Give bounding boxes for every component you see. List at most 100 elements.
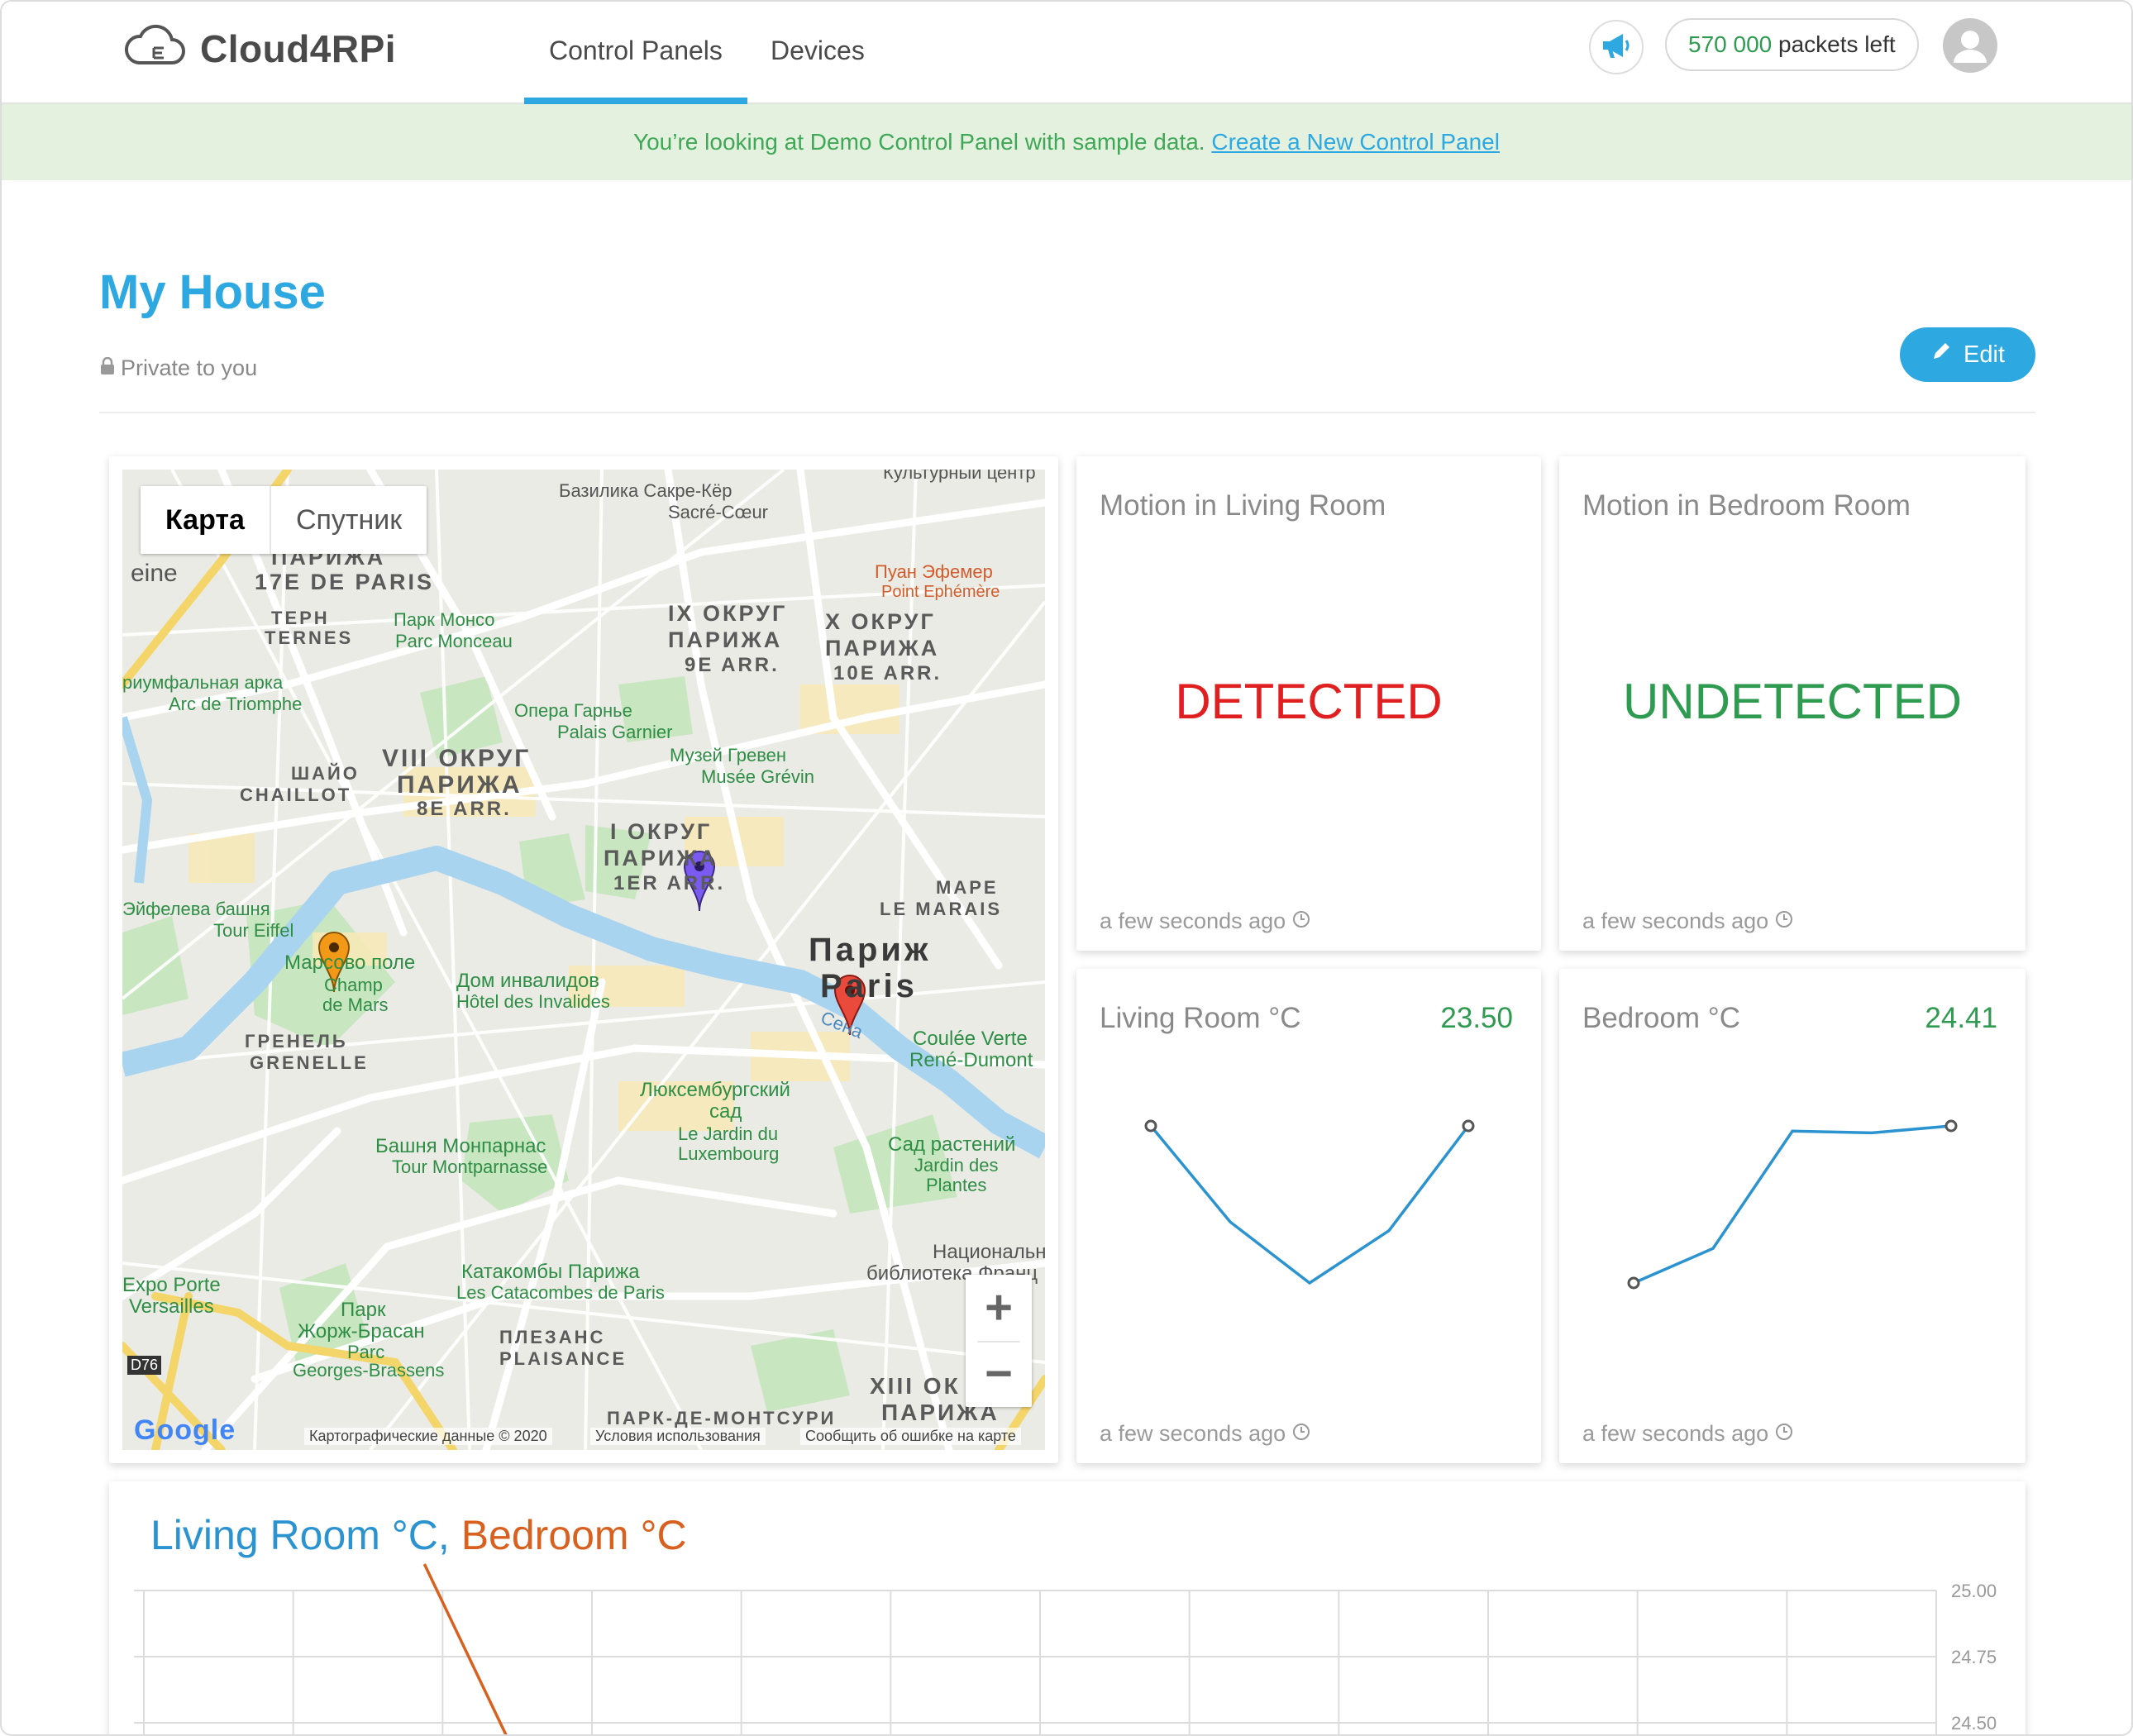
widget-timestamp: a few seconds ago <box>1100 1421 1310 1447</box>
motion-living-widget: Motion in Living Room DETECTED a few sec… <box>1076 456 1541 951</box>
widget-timestamp: a few seconds ago <box>1582 909 1793 934</box>
pencil-icon <box>1930 341 1952 369</box>
map-label: Sacré-Cœur <box>668 502 769 522</box>
map-label: Марсово поле <box>284 951 416 974</box>
map-label: Luxembourg <box>678 1143 780 1164</box>
combined-chart-widget: Living Room °C, Bedroom °C 25.00 24.75 24.… <box>109 1481 2026 1734</box>
sparkline-chart <box>1144 1119 1475 1285</box>
y-tick-label: 24.50 <box>1951 1713 1997 1734</box>
map-type-satellite[interactable]: Спутник <box>271 486 427 554</box>
widget-title: Motion in Living Room <box>1100 489 1386 522</box>
motion-bedroom-widget: Motion in Bedroom Room UNDETECTED a few … <box>1559 456 2026 951</box>
map-label: Tour Eiffel <box>213 920 294 941</box>
sparkline-series-line <box>1633 1124 1952 1285</box>
tab-control-panels[interactable]: Control Panels <box>524 2 747 104</box>
edit-button[interactable]: Edit <box>1900 327 2035 382</box>
zoom-controls: + − <box>966 1275 1032 1407</box>
map-label: ПАРИЖА <box>825 636 940 661</box>
clock-icon <box>1775 909 1793 934</box>
map-label: Hôtel des Invalides <box>456 991 610 1012</box>
megaphone-icon <box>1600 31 1633 64</box>
map-label: риумфальная арка <box>122 672 284 693</box>
map-label: Georges-Brassens <box>293 1360 445 1381</box>
map-label: PLAISANCE <box>499 1348 627 1369</box>
map-label: 10E ARR. <box>833 662 942 684</box>
map-label: Парк Монсо <box>394 609 495 630</box>
announcements-button[interactable] <box>1589 20 1644 74</box>
widget-title: Living Room °C <box>1100 1002 1301 1034</box>
brand-name: Cloud4RPi <box>200 26 397 70</box>
map-label: ПАРИЖА <box>668 627 783 652</box>
demo-banner-text: You’re looking at Demo Control Panel wit… <box>633 129 1205 155</box>
map-copyright: Картографические данные © 2020 <box>304 1427 552 1445</box>
privacy-label: Private to you <box>99 355 257 381</box>
sparkline-endpoint <box>1945 1119 1958 1133</box>
map-label: IX ОКРУГ <box>668 601 788 626</box>
cloud-icon <box>124 23 187 74</box>
map-label: Эйфелева башня <box>122 899 270 919</box>
temp-value: 23.50 <box>1440 1002 1513 1034</box>
map-label: Музей Гревен <box>670 745 787 765</box>
temp-living-widget: Living Room °C 23.50 a few seconds ago <box>1076 969 1541 1463</box>
user-avatar[interactable] <box>1943 18 1997 73</box>
page-title: My House <box>99 265 326 319</box>
zoom-in-button[interactable]: + <box>966 1275 1032 1341</box>
map-label: 9E ARR. <box>685 654 780 676</box>
map-label: ПАРИЖА <box>397 771 523 799</box>
brand-logo[interactable]: Cloud4RPi <box>124 23 396 74</box>
map-label: Жорж-Брасан <box>298 1320 425 1343</box>
map-report-link[interactable]: Сообщить об ошибке на карте <box>800 1427 1021 1445</box>
map-label: Arc de Triomphe <box>169 694 303 714</box>
google-logo: Google <box>134 1414 236 1446</box>
temp-value: 24.41 <box>1925 1002 1997 1034</box>
map-label: Париж <box>809 932 932 968</box>
map-label: Культурный центр <box>883 470 1036 483</box>
packets-badge[interactable]: 570 000 packets left <box>1665 18 1919 71</box>
map-label: Башня Монпарнас <box>375 1135 546 1157</box>
map-type-map[interactable]: Карта <box>141 486 271 554</box>
map-label: I ОКРУГ <box>610 819 713 844</box>
map-label: XIII ОК <box>870 1373 961 1399</box>
app-window: Cloud4RPi Control Panels Devices 570 000… <box>0 0 2133 1736</box>
lock-icon <box>99 355 116 381</box>
widget-timestamp: a few seconds ago <box>1100 909 1310 934</box>
map-label: Пуан Эфемер <box>875 561 993 582</box>
map-label: René-Dumont <box>909 1049 1033 1071</box>
map-type-toggle: Карта Спутник <box>141 486 427 554</box>
map-label: TERNES <box>265 627 354 648</box>
demo-banner: You’re looking at Demo Control Panel wit… <box>2 104 2131 180</box>
temp-bedroom-widget: Bedroom °C 24.41 a few seconds ago <box>1559 969 2026 1463</box>
map-label: Национальн <box>933 1241 1045 1263</box>
sparkline-endpoint <box>1144 1119 1157 1133</box>
widget-timestamp: a few seconds ago <box>1582 1421 1793 1447</box>
motion-status: DETECTED <box>1175 674 1443 729</box>
edit-label: Edit <box>1964 341 2005 368</box>
motion-status: UNDETECTED <box>1622 674 1962 729</box>
map-terms-link[interactable]: Условия использования <box>590 1427 766 1445</box>
sparkline-endpoint <box>1627 1276 1640 1290</box>
zoom-out-button[interactable]: − <box>966 1341 1032 1407</box>
map-label: Point Ephémère <box>881 583 1000 601</box>
map-label: CHAILLOT <box>240 785 352 805</box>
map-label: Jardin des <box>914 1155 999 1176</box>
map-label: VIII ОКРУГ <box>382 745 532 772</box>
map-view[interactable]: Базилика Сакре-Кёр Sacré-Cœur Культурный… <box>122 470 1045 1450</box>
widget-title: Motion in Bedroom Room <box>1582 489 1911 522</box>
map-label: Musée Grévin <box>701 766 814 787</box>
packets-count: 570 000 <box>1688 31 1773 57</box>
map-label: Versailles <box>129 1295 214 1318</box>
tab-devices[interactable]: Devices <box>746 2 890 104</box>
map-label: ГРЕНЕЛЬ <box>245 1031 348 1052</box>
create-panel-link[interactable]: Create a New Control Panel <box>1211 129 1500 155</box>
user-icon <box>1954 31 1987 63</box>
map-label: Дом инвалидов <box>456 970 600 992</box>
top-navbar: Cloud4RPi Control Panels Devices 570 000… <box>2 2 2131 104</box>
map-label: ТЕРН <box>271 608 330 628</box>
map-label: Катакомбы Парижа <box>461 1261 640 1283</box>
sparkline-endpoint <box>1462 1119 1475 1133</box>
clock-icon <box>1775 1421 1793 1447</box>
map-label: Сад растений <box>888 1133 1016 1156</box>
map-label: X ОКРУГ <box>825 609 936 634</box>
y-tick-label: 24.75 <box>1951 1647 1997 1667</box>
map-label: ШАЙО <box>291 763 360 784</box>
